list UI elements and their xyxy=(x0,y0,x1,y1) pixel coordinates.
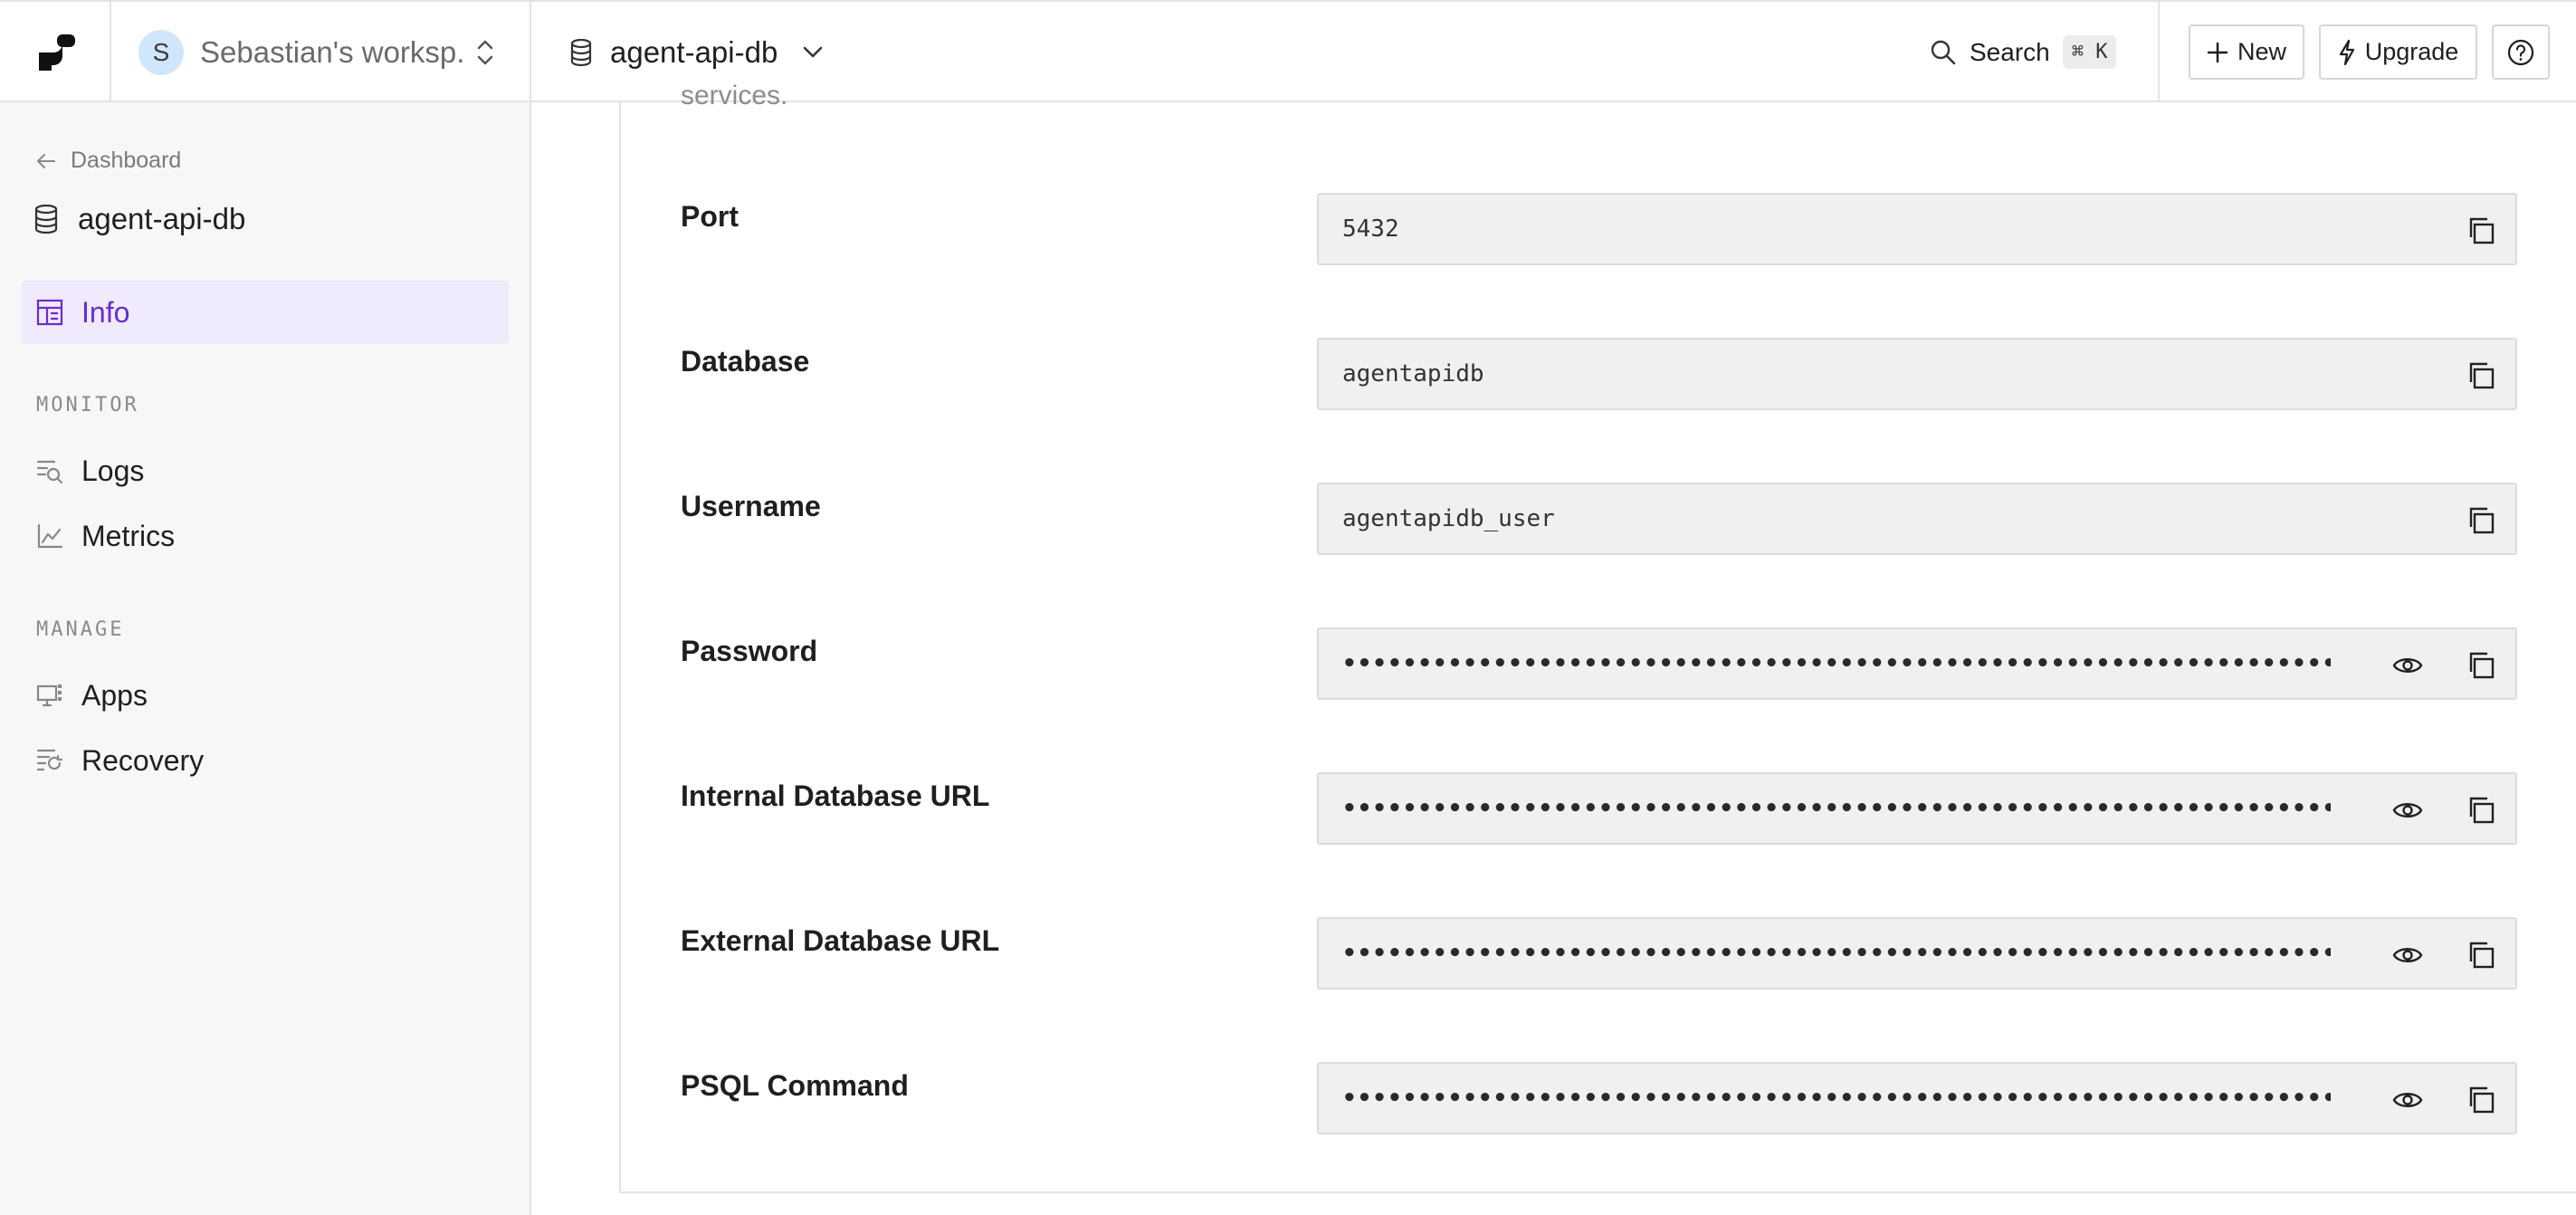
sidebar-item-label: Apps xyxy=(81,678,148,712)
search-label: Search xyxy=(1970,37,2050,66)
copy-button[interactable] xyxy=(2466,651,2495,680)
copy-icon xyxy=(2469,942,2495,969)
credential-field[interactable]: ••••••••••••••••••••••••••••••••••••••••… xyxy=(1317,627,2517,700)
upgrade-button[interactable]: Upgrade xyxy=(2319,24,2477,80)
credential-value[interactable]: agentapidb_user xyxy=(1342,484,1555,553)
credential-value[interactable]: ••••••••••••••••••••••••••••••••••••••••… xyxy=(1342,1064,2331,1133)
credential-value[interactable]: ••••••••••••••••••••••••••••••••••••••••… xyxy=(1342,919,2331,988)
info-layout-icon xyxy=(36,299,63,326)
help-button[interactable] xyxy=(2492,24,2550,80)
sidebar-item-recovery[interactable]: Recovery xyxy=(22,729,509,792)
new-button[interactable]: New xyxy=(2189,24,2304,80)
sidebar-item-label: Metrics xyxy=(81,519,176,552)
help-icon xyxy=(2507,39,2534,65)
reveal-button[interactable] xyxy=(2392,651,2423,680)
credential-field[interactable]: ••••••••••••••••••••••••••••••••••••••••… xyxy=(1317,1062,2517,1134)
connection-info-card: services. Port 5432 Database agentapidb User… xyxy=(619,81,2576,1193)
top-bar: S Sebastian's worksp... agent-api-db Sea… xyxy=(0,0,2576,102)
logs-search-icon xyxy=(36,460,63,484)
credential-row: Database agentapidb xyxy=(621,338,2576,410)
eye-icon xyxy=(2392,1093,2423,1107)
copy-icon xyxy=(2469,507,2495,534)
sidebar-item-apps[interactable]: Apps xyxy=(22,664,509,727)
lightning-icon xyxy=(2339,39,2354,65)
chevron-down-icon xyxy=(804,46,823,57)
copy-button[interactable] xyxy=(2466,941,2495,970)
monitor-section-label: MONITOR xyxy=(36,394,139,416)
back-link-label: Dashboard xyxy=(71,148,182,173)
credential-field[interactable]: 5432 xyxy=(1317,193,2517,265)
eye-icon xyxy=(2392,948,2423,962)
copy-icon xyxy=(2469,217,2495,244)
app-logo-icon xyxy=(38,33,75,71)
copy-button[interactable] xyxy=(2466,796,2495,825)
workspace-switcher[interactable]: S Sebastian's worksp... xyxy=(111,2,531,102)
copy-button[interactable] xyxy=(2466,216,2495,245)
reveal-button[interactable] xyxy=(2392,941,2423,970)
credential-field[interactable]: ••••••••••••••••••••••••••••••••••••••••… xyxy=(1317,917,2517,990)
database-icon xyxy=(34,205,58,234)
credential-label: External Database URL xyxy=(681,924,1000,957)
credential-label: Internal Database URL xyxy=(681,780,990,812)
credential-row: External Database URL •••••••••••••••••••… xyxy=(621,917,2576,990)
copy-icon xyxy=(2469,362,2495,389)
reveal-button[interactable] xyxy=(2392,796,2423,825)
copy-button[interactable] xyxy=(2466,361,2495,390)
credential-row: PSQL Command ••••••••••••••••••••••••••••… xyxy=(621,1062,2576,1134)
credential-field[interactable]: agentapidb_user xyxy=(1317,483,2517,555)
sidebar-item-metrics[interactable]: Metrics xyxy=(22,504,509,568)
sidebar-database-name: agent-api-db xyxy=(78,202,246,235)
sidebar: Dashboard agent-api-db Info MONITOR Logs xyxy=(0,102,531,1215)
credential-label: Username xyxy=(681,490,821,522)
eye-icon xyxy=(2392,803,2423,818)
sidebar-item-logs[interactable]: Logs xyxy=(22,439,509,502)
credential-value[interactable]: ••••••••••••••••••••••••••••••••••••••••… xyxy=(1342,629,2331,698)
sidebar-item-label: Recovery xyxy=(81,743,205,777)
sidebar-item-info[interactable]: Info xyxy=(22,281,509,344)
credential-row: Port 5432 xyxy=(621,193,2576,265)
sidebar-item-label: Info xyxy=(81,295,130,329)
credential-label: Port xyxy=(681,200,739,233)
workspace-name: Sebastian's worksp... xyxy=(200,34,463,69)
credential-value[interactable]: 5432 xyxy=(1342,195,1399,263)
logo[interactable] xyxy=(0,2,111,102)
search-icon xyxy=(1931,40,1956,64)
plus-icon xyxy=(2207,42,2228,62)
credential-value[interactable]: ••••••••••••••••••••••••••••••••••••••••… xyxy=(1342,774,2331,843)
credential-label: Password xyxy=(681,635,818,667)
credential-row: Password ••••••••••••••••••••••••••••••••… xyxy=(621,627,2576,700)
new-button-label: New xyxy=(2237,38,2286,65)
credential-row: Username agentapidb_user xyxy=(621,483,2576,555)
upgrade-button-label: Upgrade xyxy=(2364,38,2459,65)
manage-section-label: MANAGE xyxy=(36,618,125,641)
credential-field[interactable]: ••••••••••••••••••••••••••••••••••••••••… xyxy=(1317,772,2517,845)
sidebar-item-label: Logs xyxy=(81,454,145,487)
search-shortcut: ⌘ K xyxy=(2062,35,2117,69)
topbar-divider xyxy=(2158,2,2160,102)
reveal-button[interactable] xyxy=(2392,1086,2423,1115)
copy-button[interactable] xyxy=(2466,1086,2495,1115)
apps-monitor-icon xyxy=(36,684,62,707)
copy-button[interactable] xyxy=(2466,506,2495,535)
search-button[interactable]: Search ⌘ K xyxy=(1930,2,2117,102)
workspace-avatar: S xyxy=(138,29,184,75)
database-icon xyxy=(570,38,592,66)
back-to-dashboard-link[interactable]: Dashboard xyxy=(36,148,181,174)
credential-value[interactable]: agentapidb xyxy=(1342,340,1484,408)
description-text: services. xyxy=(681,81,788,110)
database-name: agent-api-db xyxy=(610,34,778,69)
copy-icon xyxy=(2469,652,2495,679)
arrow-left-icon xyxy=(37,153,55,168)
credential-row: Internal Database URL •••••••••••••••••••… xyxy=(621,772,2576,845)
credential-label: PSQL Command xyxy=(681,1069,909,1102)
chevron-up-down-icon xyxy=(477,40,493,64)
sidebar-database-title: agent-api-db xyxy=(34,202,245,236)
credential-label: Database xyxy=(681,345,810,378)
recovery-icon xyxy=(36,749,63,771)
copy-icon xyxy=(2469,1086,2495,1114)
copy-icon xyxy=(2469,797,2495,824)
chart-line-icon xyxy=(37,523,63,549)
eye-icon xyxy=(2392,658,2423,673)
credential-field[interactable]: agentapidb xyxy=(1317,338,2517,410)
